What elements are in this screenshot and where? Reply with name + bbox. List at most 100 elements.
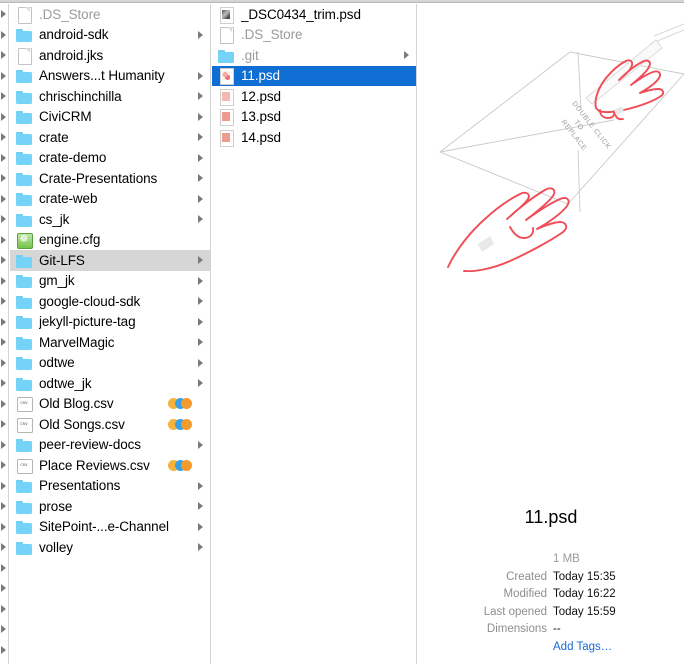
chevron-right-icon[interactable] [0, 476, 8, 497]
file-row[interactable]: crate-web [10, 189, 210, 210]
file-row[interactable]: 13.psd [212, 107, 416, 128]
file-row[interactable]: crate [10, 127, 210, 148]
chevron-right-icon[interactable] [0, 271, 8, 292]
chevron-right-icon[interactable] [0, 558, 8, 579]
file-row[interactable]: Presentations [10, 476, 210, 497]
chevron-right-icon[interactable] [0, 414, 8, 435]
file-row[interactable]: volley [10, 537, 210, 558]
file-row[interactable]: android.jks [10, 45, 210, 66]
metadata-value-dimensions: -- [553, 623, 561, 635]
chevron-right-icon[interactable] [0, 517, 8, 538]
file-row[interactable]: Answers...t Humanity [10, 66, 210, 87]
file-name-label: crate [39, 129, 69, 145]
file-row[interactable]: _DSC0434_trim.psd [212, 4, 416, 25]
chevron-right-icon[interactable] [0, 189, 8, 210]
file-row[interactable]: .DS_Store [10, 4, 210, 25]
chevron-right-icon[interactable] [0, 127, 8, 148]
folder-icon [16, 293, 32, 310]
file-name-label: SitePoint-...e-Channel [39, 519, 169, 535]
file-row[interactable]: odtwe_jk [10, 373, 210, 394]
add-tags-link[interactable]: Add Tags… [553, 639, 612, 657]
metadata-row-dimensions: Dimensions -- [418, 621, 684, 639]
chevron-right-icon [196, 501, 206, 511]
chevron-right-icon[interactable] [0, 107, 8, 128]
chevron-right-icon[interactable] [0, 312, 8, 333]
preview-artwork: DOUBLE CLICK TO REPLACE [418, 22, 684, 272]
chevron-right-icon [196, 542, 206, 552]
chevron-right-icon[interactable] [0, 599, 8, 620]
file-row[interactable]: SitePoint-...e-Channel [10, 517, 210, 538]
chevron-right-icon[interactable] [0, 640, 8, 661]
chevron-right-icon[interactable] [0, 537, 8, 558]
folder-icon [16, 272, 32, 289]
folder-icon [16, 190, 32, 207]
file-row[interactable]: cs_jk [10, 209, 210, 230]
chevron-right-icon[interactable] [0, 291, 8, 312]
file-row[interactable]: chrischinchilla [10, 86, 210, 107]
folder-icon [16, 313, 32, 330]
chevron-right-icon[interactable] [0, 45, 8, 66]
file-row[interactable]: MarvelMagic [10, 332, 210, 353]
chevron-right-icon[interactable] [0, 578, 8, 599]
file-row[interactable]: Old Songs.csv [10, 414, 210, 435]
csv-file-icon [16, 457, 33, 474]
chevron-right-icon[interactable] [0, 250, 8, 271]
file-name-label: peer-review-docs [39, 437, 141, 453]
folder-icon [16, 354, 32, 371]
file-row[interactable]: google-cloud-sdk [10, 291, 210, 312]
metadata-row-modified: Modified Today 16:22 [418, 586, 684, 604]
file-row[interactable]: android-sdk [10, 25, 210, 46]
folder-icon [16, 211, 32, 228]
chevron-right-icon[interactable] [0, 66, 8, 87]
folder-icon [16, 26, 32, 43]
chevron-right-icon[interactable] [0, 4, 8, 25]
folder-icon [16, 149, 32, 166]
document-icon [218, 26, 234, 45]
chevron-right-icon[interactable] [0, 435, 8, 456]
chevron-right-icon[interactable] [0, 394, 8, 415]
file-row[interactable]: odtwe [10, 353, 210, 374]
chevron-right-icon[interactable] [0, 619, 8, 640]
folder-icon [16, 334, 32, 351]
chevron-right-icon[interactable] [0, 373, 8, 394]
column-two-file-list[interactable]: _DSC0434_trim.psd .DS_Store .git 11.psd 12.p… [212, 4, 417, 664]
chevron-right-icon[interactable] [0, 496, 8, 517]
file-row[interactable]: Place Reviews.csv [10, 455, 210, 476]
chevron-right-icon [196, 276, 206, 286]
file-name-label: android-sdk [39, 27, 109, 43]
column-one-file-list[interactable]: .DS_Store android-sdk android.jks Answers..… [10, 4, 211, 664]
file-row[interactable]: engine.cfg [10, 230, 210, 251]
file-row[interactable]: .git [212, 45, 416, 66]
file-row[interactable]: 14.psd [212, 127, 416, 148]
file-row[interactable]: Old Blog.csv [10, 394, 210, 415]
file-row[interactable]: jekyll-picture-tag [10, 312, 210, 333]
file-row[interactable]: Git-LFS [10, 250, 210, 271]
file-row[interactable]: Crate-Presentations [10, 168, 210, 189]
file-row[interactable]: CiviCRM [10, 107, 210, 128]
file-name-label: MarvelMagic [39, 334, 115, 350]
chevron-right-icon[interactable] [0, 168, 8, 189]
file-row[interactable]: peer-review-docs [10, 435, 210, 456]
file-row[interactable]: 12.psd [212, 86, 416, 107]
metadata-row-add-tags[interactable]: Add Tags… [418, 639, 684, 657]
chevron-right-icon[interactable] [0, 353, 8, 374]
chevron-right-icon[interactable] [0, 332, 8, 353]
file-row[interactable]: crate-demo [10, 148, 210, 169]
chevron-right-icon [196, 481, 206, 491]
chevron-right-icon[interactable] [0, 25, 8, 46]
file-row[interactable]: prose [10, 496, 210, 517]
file-row[interactable]: gm_jk [10, 271, 210, 292]
chevron-right-icon[interactable] [0, 230, 8, 251]
file-name-label: gm_jk [39, 273, 75, 289]
chevron-right-icon[interactable] [0, 455, 8, 476]
metadata-label-size [418, 551, 553, 569]
chevron-right-icon[interactable] [0, 148, 8, 169]
column-parent-stub[interactable] [0, 4, 9, 664]
file-name-label: chrischinchilla [39, 88, 122, 104]
chevron-right-icon[interactable] [0, 86, 8, 107]
metadata-value-modified: Today 16:22 [553, 588, 616, 600]
folder-icon [16, 88, 32, 105]
file-row[interactable]: .DS_Store [212, 25, 416, 46]
chevron-right-icon[interactable] [0, 209, 8, 230]
file-row[interactable]: 11.psd [212, 65, 416, 86]
